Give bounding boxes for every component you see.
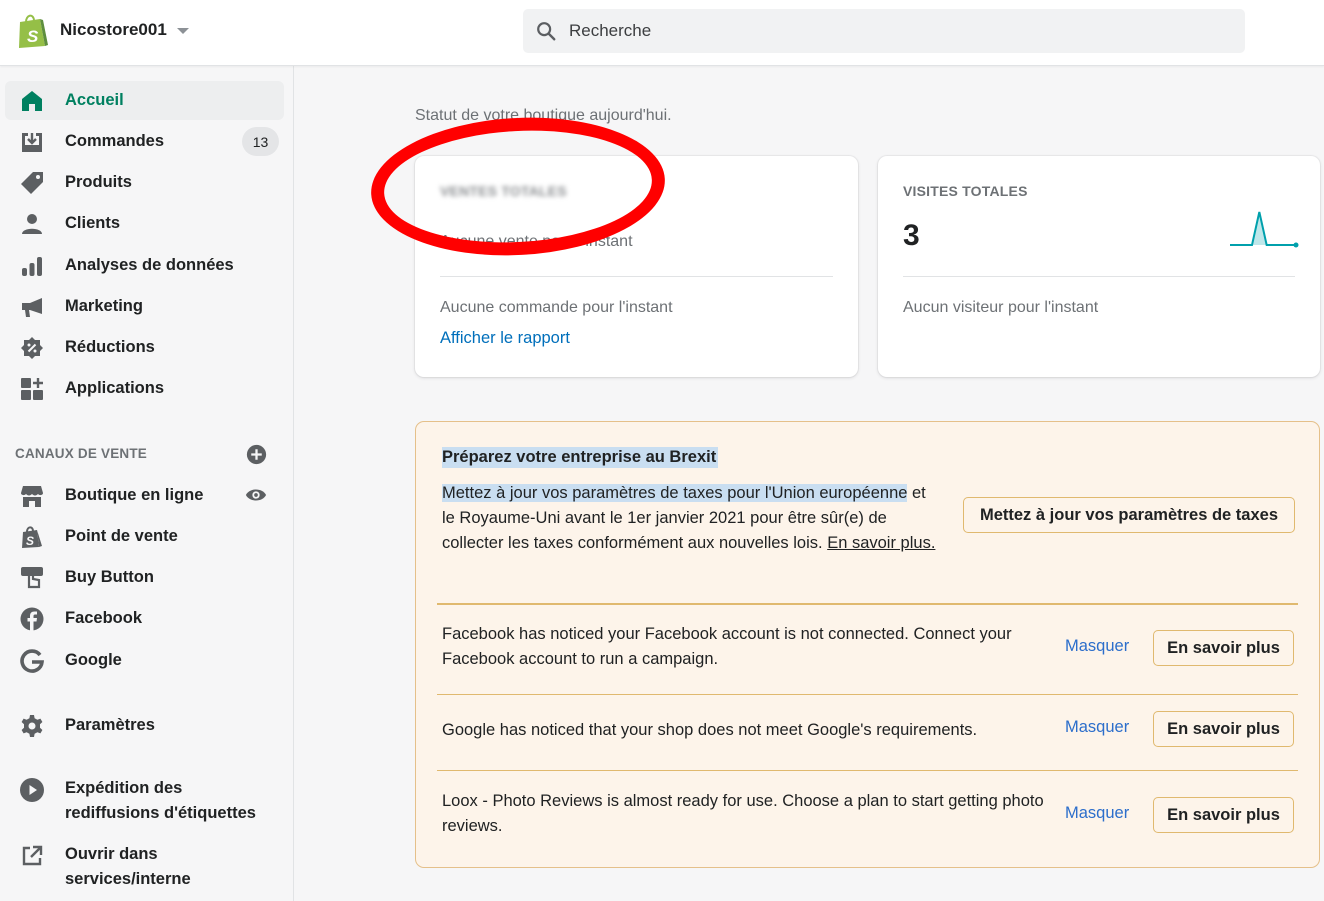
orders-count-badge: 13 (242, 127, 279, 156)
store-icon (20, 484, 44, 508)
eye-icon[interactable] (245, 486, 267, 504)
sales-channels-title: CANAUX DE VENTE (15, 446, 148, 461)
visits-sparkline (1230, 211, 1299, 248)
sidebar-item-buy-button[interactable]: Buy Button (5, 558, 284, 597)
sparkline-end-point (1293, 242, 1299, 248)
sidebar-item-label: Commandes (65, 132, 165, 150)
home-icon (20, 89, 44, 113)
main-content: Statut de votre boutique aujourd'hui. VE… (295, 66, 1324, 901)
label-line-2: rediffusions d'étiquettes (65, 804, 256, 822)
notice-text: Facebook has noticed your Facebook accou… (442, 625, 1012, 668)
sidebar-item-label: Analyses de données (65, 256, 234, 274)
sidebar-item-accueil[interactable]: Accueil (5, 81, 284, 120)
facebook-icon (20, 607, 44, 631)
dismiss-link[interactable]: Masquer (1065, 637, 1129, 656)
card-empty-state: Aucune commande pour l'instant (440, 299, 673, 316)
learn-more-button[interactable]: En savoir plus (1153, 630, 1294, 666)
person-icon (20, 212, 44, 236)
shopify-bag-icon: S (20, 525, 44, 549)
apps-icon (20, 377, 44, 401)
total-visits-card: VISITES TOTALES 3 Aucun visiteur pour l'… (878, 156, 1320, 377)
play-icon (20, 778, 44, 802)
search-input[interactable] (569, 21, 1229, 41)
divider (440, 276, 833, 277)
dismiss-link[interactable]: Masquer (1065, 718, 1129, 737)
sidebar-item-expedition[interactable]: Expédition des rediffusions d'étiquettes (5, 772, 284, 830)
sidebar-item-reductions[interactable]: Réductions (5, 328, 284, 367)
sidebar-item-produits[interactable]: Produits (5, 163, 284, 202)
sidebar-item-commandes[interactable]: Commandes 13 (5, 122, 284, 161)
brexit-title: Préparez votre entreprise au Brexit (442, 447, 719, 468)
brexit-body: Mettez à jour vos paramètres de taxes po… (442, 481, 937, 556)
card-heading: VISITES TOTALES (903, 183, 1028, 199)
divider (437, 603, 1298, 605)
view-report-link[interactable]: Afficher le rapport (440, 329, 570, 348)
sidebar-item-label: Ouvrir dans services/interne (65, 842, 191, 892)
svg-text:S: S (27, 27, 39, 46)
brexit-body-highlight: Mettez à jour vos paramètres de taxes po… (442, 484, 908, 502)
card-empty-state: Aucun visiteur pour l'instant (903, 299, 1099, 316)
sidebar-item-label: Facebook (65, 609, 143, 627)
sidebar-item-label: Applications (65, 379, 165, 397)
divider (437, 770, 1298, 771)
sidebar-item-marketing[interactable]: Marketing (5, 287, 284, 326)
card-heading: VENTES TOTALES (440, 183, 567, 199)
sidebar-item-parametres[interactable]: Paramètres (5, 706, 284, 745)
sidebar-item-ouvrir-services[interactable]: Ouvrir dans services/interne (5, 838, 284, 896)
store-name[interactable]: Nicostore001 (60, 20, 167, 40)
update-tax-settings-button[interactable]: Mettez à jour vos paramètres de taxes (963, 497, 1295, 533)
tag-icon (20, 171, 44, 195)
notices-banner: Préparez votre entreprise au Brexit Mett… (415, 421, 1320, 868)
divider (437, 694, 1298, 695)
google-icon (20, 648, 44, 673)
notice-text: Google has noticed that your shop does n… (442, 721, 978, 739)
sidebar-item-facebook[interactable]: Facebook (5, 599, 284, 638)
sidebar-item-label: Google (65, 651, 122, 669)
label-line-2: services/interne (65, 870, 191, 888)
sidebar-item-label: Réductions (65, 338, 155, 356)
search-icon (537, 22, 556, 41)
status-line: Statut de votre boutique aujourd'hui. (415, 107, 672, 124)
dismiss-link[interactable]: Masquer (1065, 804, 1129, 823)
divider (903, 276, 1295, 277)
sidebar-item-label: Accueil (65, 91, 124, 109)
analytics-icon (20, 254, 44, 278)
sidebar-item-label: Boutique en ligne (65, 486, 204, 504)
total-sales-card: VENTES TOTALES Aucune vente pour l'insta… (415, 156, 858, 377)
sidebar-item-boutique-en-ligne[interactable]: Boutique en ligne (5, 476, 284, 515)
sidebar-item-label: Marketing (65, 297, 143, 315)
sidebar-item-label: Point de vente (65, 527, 178, 545)
megaphone-icon (20, 295, 44, 319)
learn-more-button[interactable]: En savoir plus (1153, 711, 1294, 747)
buy-button-icon (20, 566, 44, 590)
card-subtitle: Aucune vente pour l'instant (440, 233, 633, 250)
sidebar-item-clients[interactable]: Clients (5, 204, 284, 243)
gear-icon (20, 714, 44, 738)
sidebar-item-applications[interactable]: Applications (5, 369, 284, 408)
learn-more-button[interactable]: En savoir plus (1153, 797, 1294, 833)
sidebar-item-label: Buy Button (65, 568, 154, 586)
orders-icon (20, 130, 44, 154)
shopify-logo-icon[interactable]: S (16, 13, 48, 49)
external-link-icon (20, 844, 44, 868)
sidebar-item-label: Paramètres (65, 716, 155, 734)
visits-value: 3 (903, 219, 920, 252)
search-bar[interactable] (523, 9, 1245, 53)
sidebar-item-google[interactable]: Google (5, 641, 284, 680)
notice-text: Loox - Photo Reviews is almost ready for… (442, 792, 1044, 835)
sidebar-item-point-de-vente[interactable]: S Point de vente (5, 517, 284, 556)
chevron-down-icon[interactable] (177, 28, 189, 34)
sidebar-item-analyses[interactable]: Analyses de données (5, 246, 284, 285)
label-line-1: Expédition des (65, 779, 183, 797)
svg-text:S: S (26, 534, 34, 548)
sidebar-item-label: Expédition des rediffusions d'étiquettes (65, 776, 256, 826)
sidebar-item-label: Clients (65, 214, 121, 232)
sidebar-item-label: Produits (65, 173, 132, 191)
discount-icon (20, 336, 44, 360)
top-bar: S Nicostore001 (0, 0, 1324, 66)
label-line-1: Ouvrir dans (65, 845, 158, 863)
add-channel-icon[interactable] (246, 444, 267, 465)
sidebar: Accueil Commandes 13 Produits Clients An… (0, 66, 294, 901)
brexit-learn-more-link[interactable]: En savoir plus. (827, 534, 935, 552)
